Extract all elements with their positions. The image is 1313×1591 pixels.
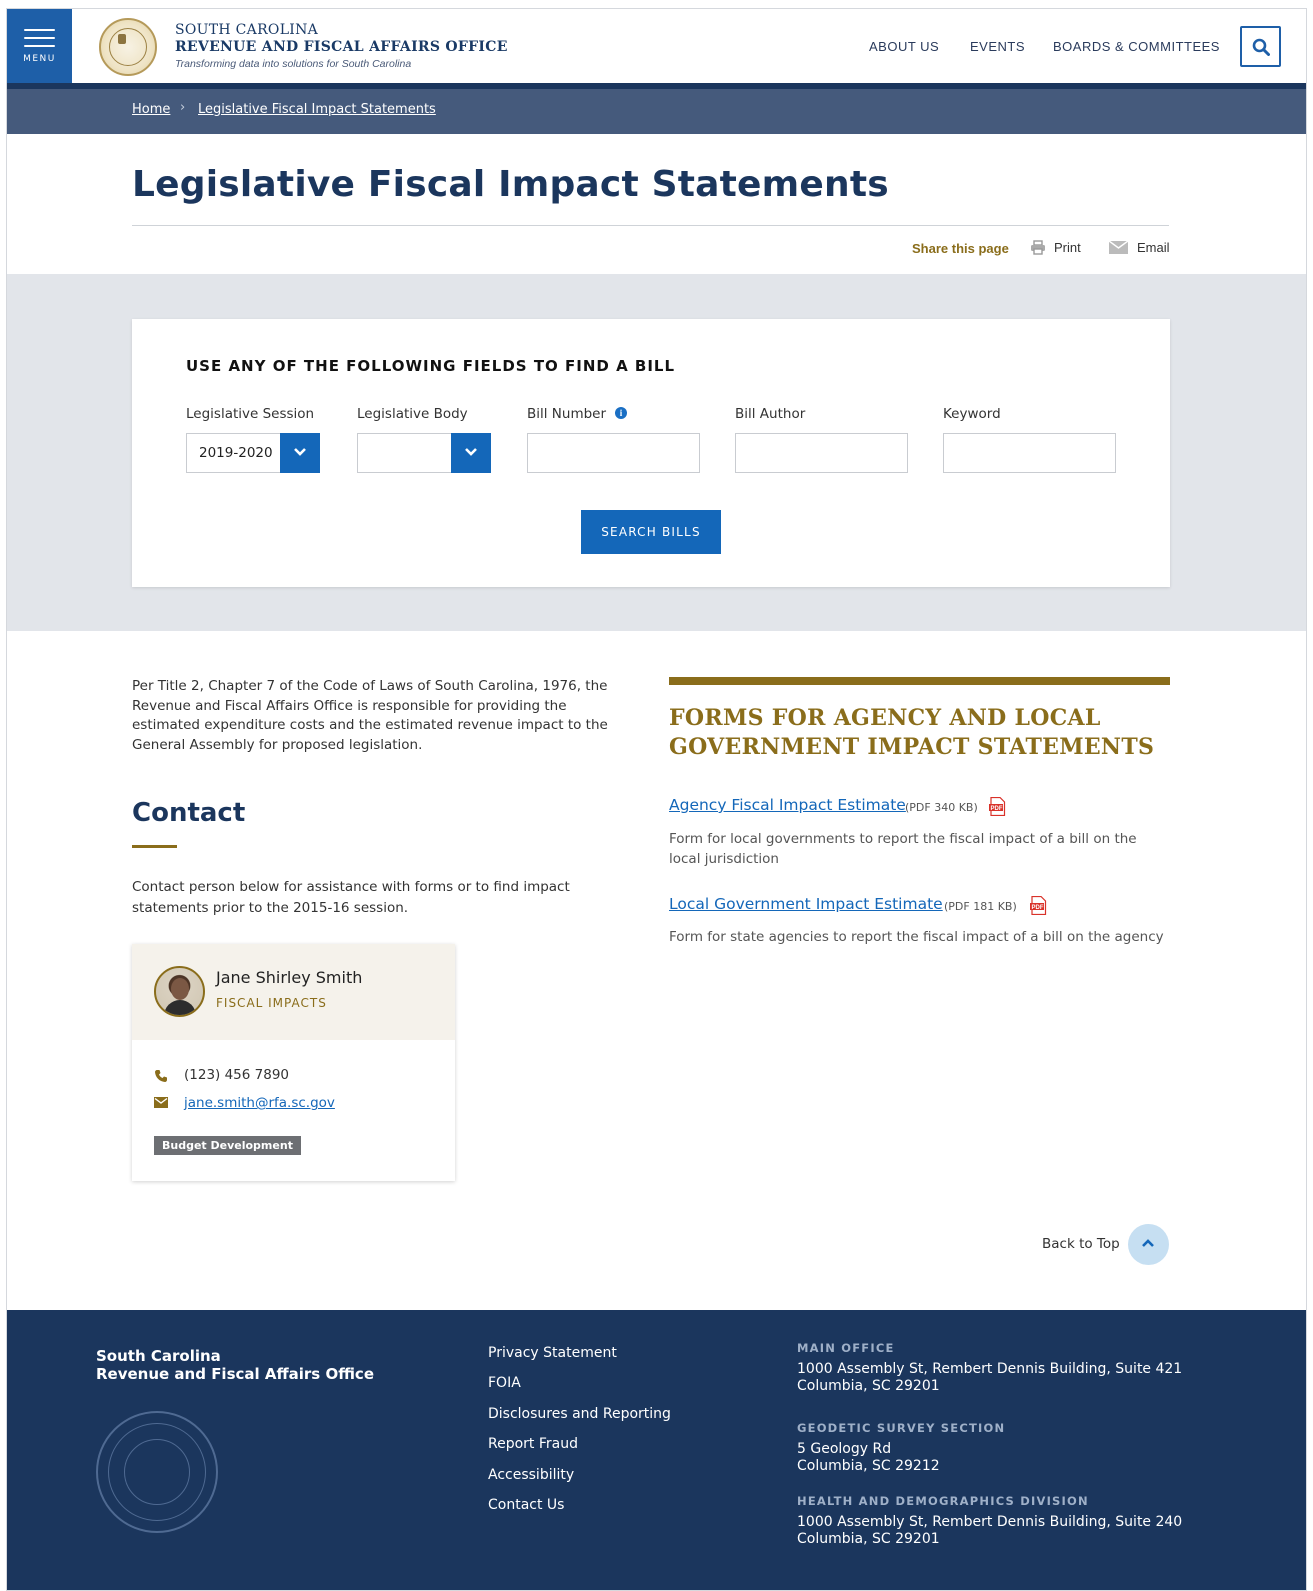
menu-label: MENU <box>23 54 56 64</box>
keyword-input[interactable] <box>943 433 1116 473</box>
footer-office-heading: GEODETIC SURVEY SECTION <box>797 1421 1006 1435</box>
org-name-line1[interactable]: SOUTH CAROLINA <box>175 22 318 38</box>
breadcrumb: Home › Legislative Fiscal Impact Stateme… <box>7 83 1306 134</box>
body-select[interactable] <box>357 433 491 473</box>
back-to-top-label[interactable]: Back to Top <box>1042 1236 1120 1252</box>
session-dropdown-button[interactable] <box>280 433 320 473</box>
hamburger-icon <box>24 29 55 53</box>
nav-events[interactable]: EVENTS <box>970 39 1025 54</box>
footer-office-address-line2: Columbia, SC 29212 <box>797 1458 940 1474</box>
session-label: Legislative Session <box>186 406 315 422</box>
footer-office-heading: MAIN OFFICE <box>797 1341 895 1355</box>
search-bills-button[interactable]: SEARCH BILLS <box>581 510 721 554</box>
footer-link-foia[interactable]: FOIA <box>488 1375 521 1391</box>
share-label: Share this page <box>912 241 1009 256</box>
breadcrumb-home[interactable]: Home <box>132 102 170 117</box>
svg-text:PDF: PDF <box>1032 905 1044 911</box>
agency-fiscal-impact-link[interactable]: Agency Fiscal Impact Estimate <box>669 796 906 814</box>
footer-org-line1: South Carolina <box>96 1347 221 1365</box>
chevron-down-icon <box>294 448 306 456</box>
page-frame: MENU SOUTH CAROLINA REVENUE AND FISCAL A… <box>6 8 1307 1591</box>
local-form-description: Form for state agencies to report the fi… <box>669 929 1164 945</box>
body-dropdown-button[interactable] <box>451 433 491 473</box>
chevron-down-icon <box>465 448 477 456</box>
avatar <box>154 966 205 1017</box>
back-to-top-button[interactable] <box>1128 1224 1169 1265</box>
agency-form-size: (PDF 340 KB) <box>905 801 978 814</box>
footer-link-disclosures[interactable]: Disclosures and Reporting <box>488 1406 671 1422</box>
title-divider <box>132 225 1169 226</box>
breadcrumb-current[interactable]: Legislative Fiscal Impact Statements <box>198 102 436 117</box>
email-icon <box>154 1097 168 1108</box>
state-seal-logo[interactable] <box>99 18 157 76</box>
nav-about-us[interactable]: ABOUT US <box>869 39 939 54</box>
pdf-icon[interactable]: PDF <box>989 797 1006 816</box>
org-tagline: Transforming data into solutions for Sou… <box>175 58 412 70</box>
pdf-icon[interactable]: PDF <box>1030 896 1047 915</box>
bill-author-input[interactable] <box>735 433 908 473</box>
email-link[interactable]: Email <box>1137 240 1170 255</box>
category-tag[interactable]: Budget Development <box>154 1136 301 1155</box>
footer-office-address-line1: 1000 Assembly St, Rembert Dennis Buildin… <box>797 1514 1183 1530</box>
footer-office-address-line2: Columbia, SC 29201 <box>797 1378 940 1394</box>
forms-heading: FORMS FOR AGENCY AND LOCAL GOVERNMENT IM… <box>669 705 1155 760</box>
email-icon[interactable] <box>1109 241 1128 254</box>
bill-number-input[interactable] <box>527 433 700 473</box>
search-icon <box>1252 38 1270 56</box>
chevron-up-icon <box>1142 1239 1154 1247</box>
keyword-label: Keyword <box>943 406 1001 422</box>
chevron-right-icon: › <box>180 100 186 115</box>
footer-office-address-line1: 5 Geology Rd <box>797 1441 892 1457</box>
forms-top-bar <box>669 677 1170 685</box>
local-form-size: (PDF 181 KB) <box>944 900 1017 913</box>
org-name-line2[interactable]: REVENUE AND FISCAL AFFAIRS OFFICE <box>175 39 508 55</box>
site-search-button[interactable] <box>1240 26 1281 67</box>
contact-email-link[interactable]: jane.smith@rfa.sc.gov <box>184 1095 335 1111</box>
search-heading: USE ANY OF THE FOLLOWING FIELDS TO FIND … <box>186 357 676 375</box>
page-title: Legislative Fiscal Impact Statements <box>132 164 889 205</box>
info-icon[interactable]: i <box>615 407 627 419</box>
footer-office-address-line1: 1000 Assembly St, Rembert Dennis Buildin… <box>797 1361 1183 1377</box>
bill-search-section: USE ANY OF THE FOLLOWING FIELDS TO FIND … <box>7 274 1306 631</box>
footer-link-report-fraud[interactable]: Report Fraud <box>488 1436 578 1452</box>
contact-phone[interactable]: (123) 456 7890 <box>184 1067 289 1083</box>
phone-icon <box>155 1070 167 1082</box>
footer-office-heading: HEALTH AND DEMOGRAPHICS DIVISION <box>797 1494 1089 1508</box>
local-government-impact-link[interactable]: Local Government Impact Estimate <box>669 895 943 913</box>
contact-card: Jane Shirley Smith FISCAL IMPACTS (123) … <box>132 944 455 1181</box>
contact-card-header: Jane Shirley Smith FISCAL IMPACTS <box>132 944 455 1040</box>
print-link[interactable]: Print <box>1054 240 1081 255</box>
footer-link-accessibility[interactable]: Accessibility <box>488 1467 574 1483</box>
contact-description: Contact person below for assistance with… <box>132 879 570 916</box>
bill-number-label: Bill Number <box>527 406 607 422</box>
body-label: Legislative Body <box>357 406 468 422</box>
nav-boards-committees[interactable]: BOARDS & COMMITTEES <box>1053 39 1220 54</box>
contact-heading-underline <box>132 845 177 848</box>
session-select[interactable]: 2019-2020 <box>186 433 320 473</box>
contact-role: FISCAL IMPACTS <box>216 996 327 1010</box>
intro-paragraph: Per Title 2, Chapter 7 of the Code of La… <box>132 678 608 753</box>
menu-button[interactable]: MENU <box>7 9 72 83</box>
session-value: 2019-2020 <box>199 445 273 461</box>
site-header: MENU SOUTH CAROLINA REVENUE AND FISCAL A… <box>7 9 1306 83</box>
svg-text:PDF: PDF <box>991 806 1003 812</box>
contact-name: Jane Shirley Smith <box>216 968 363 987</box>
site-footer: South Carolina Revenue and Fiscal Affair… <box>7 1310 1306 1590</box>
contact-heading: Contact <box>132 798 246 828</box>
print-icon[interactable] <box>1030 240 1046 255</box>
footer-link-privacy[interactable]: Privacy Statement <box>488 1345 617 1361</box>
footer-org-line2: Revenue and Fiscal Affairs Office <box>96 1365 374 1383</box>
bill-search-card: USE ANY OF THE FOLLOWING FIELDS TO FIND … <box>132 319 1170 587</box>
footer-office-address-line2: Columbia, SC 29201 <box>797 1531 940 1547</box>
bill-author-label: Bill Author <box>735 406 806 422</box>
footer-link-contact-us[interactable]: Contact Us <box>488 1497 564 1513</box>
footer-seal-logo <box>96 1411 218 1533</box>
agency-form-description: Form for local governments to report the… <box>669 831 1137 867</box>
